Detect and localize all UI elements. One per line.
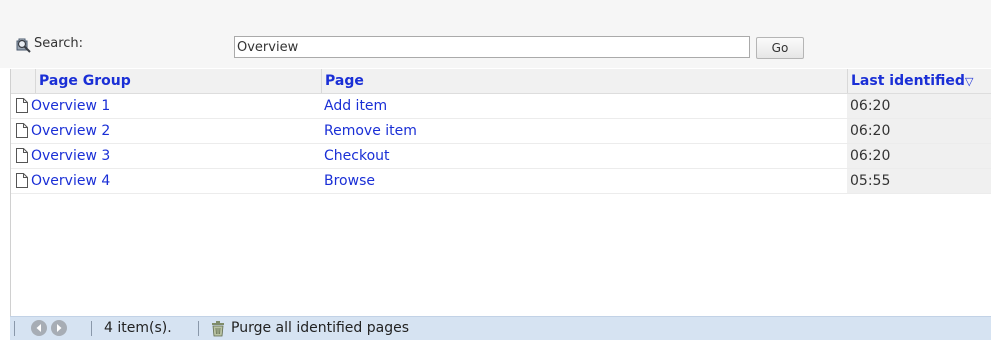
last-identified-value: 05:55 — [847, 169, 991, 193]
document-icon — [15, 123, 29, 138]
table-row[interactable]: Overview 4 Browse 05:55 — [11, 169, 991, 194]
previous-page-icon — [31, 320, 47, 336]
page-list-grid: Page Group Page Last identified▽ Overvie… — [10, 69, 991, 316]
next-page-button[interactable] — [51, 320, 67, 336]
document-icon — [15, 173, 29, 188]
toolbar-separator — [198, 321, 199, 336]
toolbar-separator — [14, 321, 15, 336]
search-label: Search: — [34, 36, 83, 51]
page-link[interactable]: Checkout — [324, 144, 390, 168]
document-icon — [15, 148, 29, 163]
table-row[interactable]: Overview 3 Checkout 06:20 — [11, 144, 991, 169]
page-link[interactable]: Browse — [324, 169, 375, 193]
trash-icon[interactable] — [210, 320, 226, 337]
go-button[interactable]: Go — [756, 37, 804, 59]
column-header-page[interactable]: Page — [321, 69, 847, 93]
pager-toolbar: 4 item(s). Purge all identified pages — [10, 316, 991, 340]
page-link[interactable]: Remove item — [324, 119, 417, 143]
table-row[interactable]: Overview 1 Add item 06:20 — [11, 94, 991, 119]
page-link[interactable]: Add item — [324, 94, 387, 118]
page-group-link[interactable]: Overview 2 — [31, 119, 110, 143]
next-page-icon — [51, 320, 67, 336]
last-identified-value: 06:20 — [847, 144, 991, 168]
last-identified-value: 06:20 — [847, 94, 991, 118]
search-icon — [14, 37, 32, 53]
table-header: Page Group Page Last identified▽ — [11, 69, 991, 94]
column-header-last-identified[interactable]: Last identified▽ — [847, 69, 991, 93]
search-input[interactable] — [234, 36, 750, 58]
sort-descending-icon: ▽ — [965, 75, 973, 88]
page-group-link[interactable]: Overview 3 — [31, 144, 110, 168]
page-group-link[interactable]: Overview 1 — [31, 94, 110, 118]
previous-page-button[interactable] — [31, 320, 47, 336]
column-header-page-group[interactable]: Page Group — [35, 69, 321, 93]
last-identified-value: 06:20 — [847, 119, 991, 143]
page-group-link[interactable]: Overview 4 — [31, 169, 110, 193]
item-count: 4 item(s). — [104, 317, 172, 340]
toolbar-separator — [91, 321, 92, 336]
document-icon — [15, 98, 29, 113]
table-row[interactable]: Overview 2 Remove item 06:20 — [11, 119, 991, 144]
purge-all-identified-pages-button[interactable]: Purge all identified pages — [231, 317, 409, 340]
